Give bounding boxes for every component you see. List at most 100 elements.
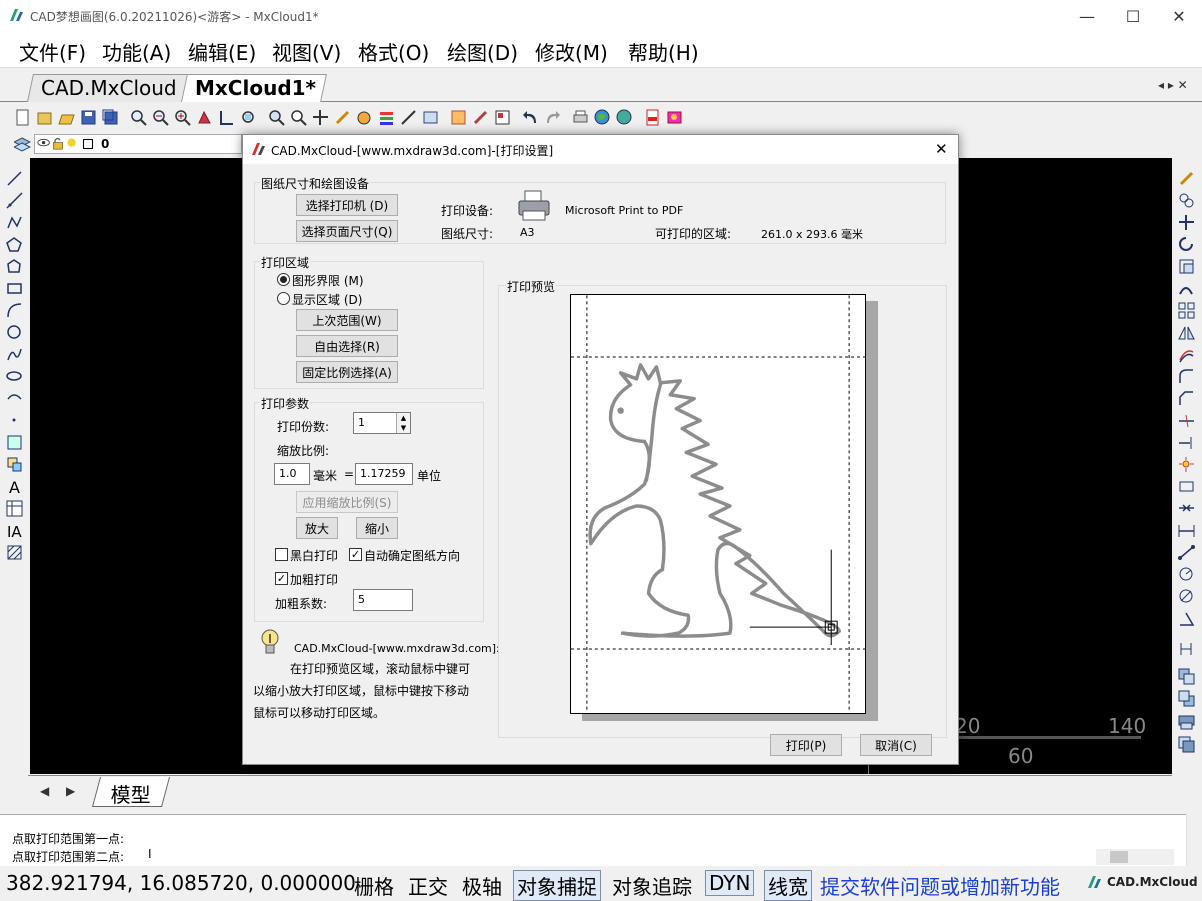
edit-icon[interactable] — [400, 109, 417, 126]
maximize-button[interactable]: ☐ — [1110, 0, 1156, 32]
command-window[interactable]: 点取打印范围第一点: 点取打印范围第二点: I — [0, 814, 1186, 866]
otrack-toggle[interactable]: 对象追踪 — [612, 871, 692, 900]
extend-icon[interactable] — [1178, 434, 1195, 451]
ellipse-icon[interactable] — [6, 368, 23, 385]
tab-mxcloud1[interactable]: MxCloud1* — [181, 74, 327, 102]
mirror-icon[interactable] — [1178, 324, 1195, 341]
image-icon[interactable] — [422, 109, 439, 126]
print-preview-page[interactable] — [570, 294, 866, 714]
menu-function[interactable]: 功能(A) — [102, 37, 171, 66]
dim-aligned-icon[interactable] — [1178, 544, 1195, 561]
array-icon[interactable] — [1178, 302, 1195, 319]
last-range-button[interactable]: 上次范围(W) — [296, 309, 398, 331]
bw-print-checkbox[interactable] — [275, 548, 288, 561]
save-icon[interactable] — [80, 109, 97, 126]
construction-line-icon[interactable] — [6, 192, 23, 209]
fixed-ratio-select-button[interactable]: 固定比例选择(A) — [296, 361, 398, 383]
dim-diameter-icon[interactable] — [1178, 588, 1195, 605]
offset-icon[interactable] — [1178, 346, 1195, 363]
chamfer-icon[interactable] — [1178, 390, 1195, 407]
bold-factor-input[interactable]: 5 — [353, 589, 413, 611]
text-icon[interactable]: A — [6, 478, 23, 495]
table-icon[interactable] — [6, 500, 23, 517]
print-icon[interactable] — [572, 109, 589, 126]
mtext-icon[interactable]: IA — [6, 522, 23, 539]
zoom-extents-icon[interactable] — [240, 109, 257, 126]
brush-icon[interactable] — [472, 109, 489, 126]
rotate-icon[interactable] — [1178, 236, 1195, 253]
dialog-close-button[interactable]: ✕ — [935, 140, 948, 158]
ellipse-arc-icon[interactable] — [6, 390, 23, 407]
open-file-icon[interactable] — [36, 109, 53, 126]
cancel-button[interactable]: 取消(C) — [860, 734, 932, 756]
select-page-size-button[interactable]: 选择页面尺寸(Q) — [296, 220, 398, 242]
search-icon[interactable] — [290, 109, 307, 126]
draw-order-back-icon[interactable] — [1178, 690, 1195, 707]
menu-format[interactable]: 格式(O) — [358, 37, 429, 66]
polyline-icon[interactable] — [6, 214, 23, 231]
spline-icon[interactable] — [6, 346, 23, 363]
feedback-link[interactable]: 提交软件问题或增加新功能 — [820, 871, 1060, 900]
prev-layout-button[interactable]: ◀ — [40, 784, 49, 798]
next-layout-button[interactable]: ▶ — [66, 784, 75, 798]
export-image-icon[interactable] — [666, 109, 683, 126]
join-icon[interactable] — [1178, 500, 1195, 517]
explode-icon[interactable] — [1178, 456, 1195, 473]
free-select-button[interactable]: 自由选择(R) — [296, 335, 398, 357]
move-arrows-icon[interactable] — [1178, 214, 1195, 231]
ortho-toggle[interactable]: 正交 — [408, 871, 448, 900]
dim-angular-icon[interactable] — [1178, 610, 1195, 627]
move-icon[interactable] — [312, 109, 329, 126]
auto-orient-checkbox[interactable]: ✓ — [349, 548, 362, 561]
match-properties-icon[interactable] — [450, 109, 467, 126]
web-icon[interactable] — [616, 109, 633, 126]
pdf-icon[interactable] — [644, 109, 661, 126]
tab-navigation[interactable]: ◂ ▸ ✕ — [1158, 78, 1188, 92]
limits-radio[interactable] — [277, 273, 290, 286]
layer-manager-icon[interactable] — [14, 136, 31, 153]
minimize-button[interactable]: — — [1064, 0, 1110, 32]
dyn-toggle[interactable]: DYN — [705, 870, 755, 896]
close-window-button[interactable]: ✕ — [1156, 0, 1202, 32]
menu-view[interactable]: 视图(V) — [272, 37, 341, 66]
print-button[interactable]: 打印(P) — [770, 734, 842, 756]
tab-cad-mxcloud[interactable]: CAD.MxCloud — [27, 74, 193, 102]
open-folder-icon[interactable] — [58, 109, 75, 126]
tab-model[interactable]: 模型 — [91, 777, 171, 807]
undo-icon[interactable] — [522, 109, 539, 126]
stretch-icon[interactable] — [1178, 280, 1195, 297]
block-icon[interactable] — [494, 109, 511, 126]
menu-file[interactable]: 文件(F) — [19, 37, 86, 66]
arc-icon[interactable] — [6, 302, 23, 319]
scale-mm-input[interactable]: 1.0 — [274, 463, 310, 485]
command-hscrollbar[interactable] — [1096, 849, 1174, 865]
make-block-icon[interactable] — [6, 456, 23, 473]
menu-edit[interactable]: 编辑(E) — [188, 37, 256, 66]
fillet-icon[interactable] — [1178, 368, 1195, 385]
polar-toggle[interactable]: 极轴 — [462, 871, 502, 900]
globe-icon[interactable] — [594, 109, 611, 126]
lineweight-toggle[interactable]: 线宽 — [764, 870, 812, 901]
copies-stepper[interactable]: ▲ ▼ — [396, 413, 410, 433]
apply-scale-button[interactable]: 应用缩放比例(S) — [296, 491, 398, 513]
zoom-out-button[interactable]: 缩小 — [356, 517, 398, 539]
draw-order-above-icon[interactable] — [1178, 714, 1195, 731]
bold-print-checkbox[interactable]: ✓ — [275, 572, 288, 585]
dim-radius-icon[interactable] — [1178, 566, 1195, 583]
color-icon[interactable] — [356, 109, 373, 126]
layers-icon[interactable] — [378, 109, 395, 126]
rectangle-icon[interactable] — [6, 280, 23, 297]
erase-icon[interactable] — [1178, 170, 1195, 187]
command-vscrollbar[interactable] — [1186, 814, 1202, 866]
scale-units-input[interactable]: 1.17259 — [355, 463, 413, 485]
new-file-icon[interactable] — [14, 109, 31, 126]
break-icon[interactable] — [1178, 478, 1195, 495]
zoom-in-button[interactable]: 放大 — [296, 517, 338, 539]
display-radio[interactable] — [277, 292, 290, 305]
scrollbar-thumb[interactable] — [1110, 851, 1128, 863]
insert-block-icon[interactable] — [6, 434, 23, 451]
dim-linear-icon[interactable] — [1178, 522, 1195, 539]
zoom-in-icon[interactable] — [174, 109, 191, 126]
zoom-window-icon[interactable] — [130, 109, 147, 126]
draw-order-under-icon[interactable] — [1178, 736, 1195, 753]
